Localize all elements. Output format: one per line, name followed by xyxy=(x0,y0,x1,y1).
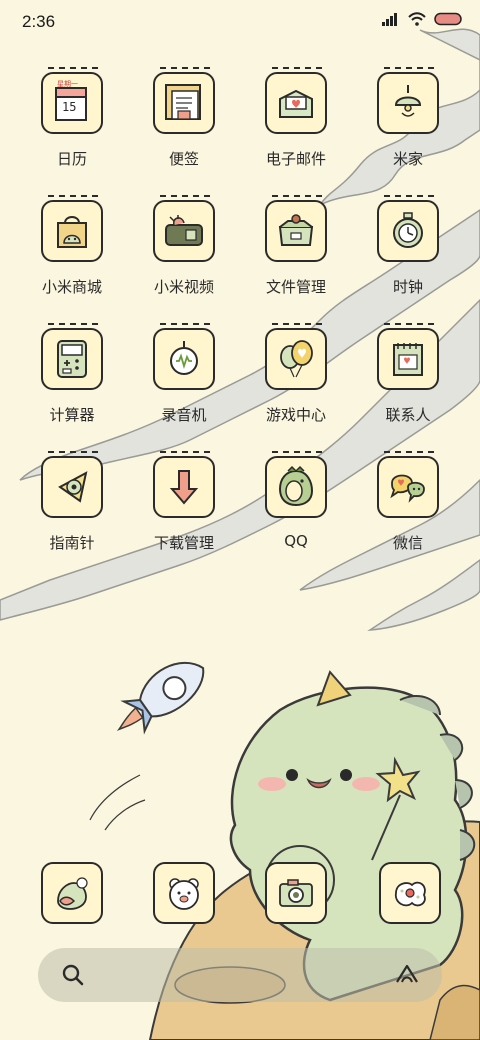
app-label-mijia: 米家 xyxy=(392,150,423,168)
search-icon[interactable] xyxy=(60,962,86,988)
shopping-bag-icon xyxy=(41,195,103,262)
app-mi-video[interactable]: 小米视频 xyxy=(134,192,234,312)
notes-icon xyxy=(153,67,215,134)
app-notes[interactable]: 便签 xyxy=(134,64,234,184)
phone-heart-icon xyxy=(57,877,88,910)
folder-box-icon xyxy=(265,195,327,262)
clock-icon xyxy=(377,195,439,262)
app-label-wechat: 微信 xyxy=(392,534,423,552)
app-calendar[interactable]: 星期一 15 日历 xyxy=(22,64,122,184)
recorder-icon xyxy=(153,323,215,390)
app-download-manager[interactable]: 下载管理 xyxy=(134,448,234,568)
app-label-calculator: 计算器 xyxy=(49,406,95,424)
compass-icon xyxy=(41,451,103,518)
app-label-compass: 指南针 xyxy=(49,534,95,552)
app-label-mi-store: 小米商城 xyxy=(41,278,102,296)
camera-icon xyxy=(279,879,313,907)
calendar-icon: 星期一 15 xyxy=(41,67,103,134)
calendar-weekday: 星期一 xyxy=(57,80,78,88)
penguin-icon xyxy=(265,451,327,518)
app-label-notes: 便签 xyxy=(168,150,199,168)
download-arrow-icon xyxy=(153,451,215,518)
app-qq[interactable]: QQ xyxy=(246,448,346,568)
app-calculator[interactable]: 计算器 xyxy=(22,320,122,440)
video-icon xyxy=(153,195,215,262)
dock-phone-button[interactable] xyxy=(41,862,103,924)
app-label-clock: 时钟 xyxy=(392,278,423,296)
contacts-icon xyxy=(377,323,439,390)
app-label-mi-video: 小米视频 xyxy=(153,278,214,296)
app-label-calendar: 日历 xyxy=(56,150,87,168)
email-icon xyxy=(265,67,327,134)
app-wechat[interactable]: 微信 xyxy=(358,448,458,568)
app-contacts[interactable]: 联系人 xyxy=(358,320,458,440)
app-game-center[interactable]: 游戏中心 xyxy=(246,320,346,440)
app-mi-store[interactable]: 小米商城 xyxy=(22,192,122,312)
assistant-icon[interactable] xyxy=(394,962,420,988)
home-screen: 2:36 星期一 15 日历 便签 电子邮件 米家 小米商城 小米视频 文件管理… xyxy=(0,0,480,1040)
app-label-game-center: 游戏中心 xyxy=(265,406,326,424)
app-compass[interactable]: 指南针 xyxy=(22,448,122,568)
chat-bubbles-icon xyxy=(377,451,439,518)
dock-browser-button[interactable] xyxy=(379,862,441,924)
app-label-recorder: 录音机 xyxy=(161,406,207,424)
app-file-manager[interactable]: 文件管理 xyxy=(246,192,346,312)
app-email[interactable]: 电子邮件 xyxy=(246,64,346,184)
app-label-email: 电子邮件 xyxy=(265,150,326,168)
app-clock[interactable]: 时钟 xyxy=(358,192,458,312)
app-mijia[interactable]: 米家 xyxy=(358,64,458,184)
app-label-download-manager: 下载管理 xyxy=(153,534,214,552)
flower-browser-icon xyxy=(394,881,426,907)
app-label-file-manager: 文件管理 xyxy=(265,278,326,296)
dock-camera-button[interactable] xyxy=(265,862,327,924)
calendar-day: 15 xyxy=(62,100,77,114)
app-label-qq: QQ xyxy=(284,532,308,550)
lamp-icon xyxy=(377,67,439,134)
app-recorder[interactable]: 录音机 xyxy=(134,320,234,440)
search-bar[interactable] xyxy=(38,948,442,1002)
calculator-icon xyxy=(41,323,103,390)
balloons-icon xyxy=(265,323,327,390)
app-label-contacts: 联系人 xyxy=(385,406,431,424)
bear-face-icon xyxy=(169,878,199,910)
dock-messages-button[interactable] xyxy=(153,862,215,924)
